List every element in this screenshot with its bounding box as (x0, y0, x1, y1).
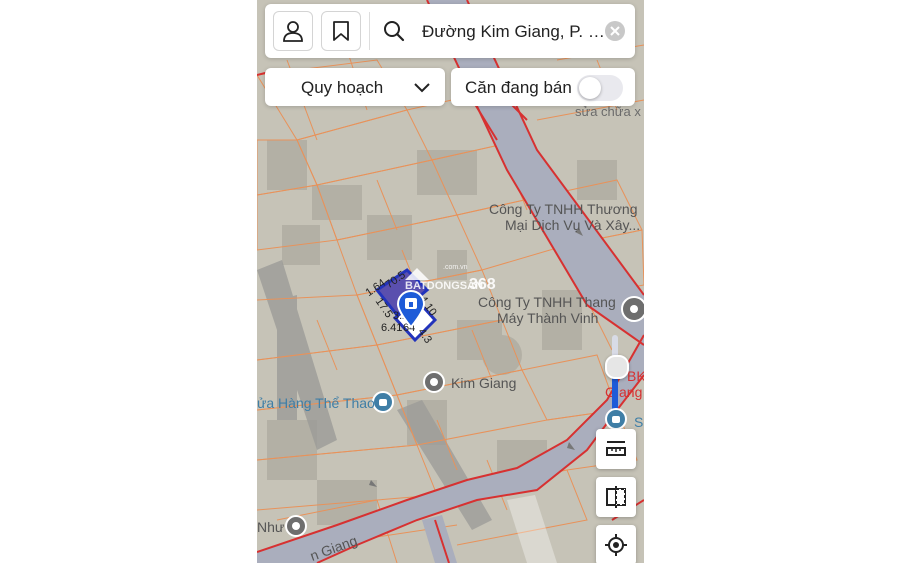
profile-button[interactable] (273, 11, 313, 51)
watermark-small: .com.vn (443, 264, 468, 271)
map-label: Công Ty TNHH Thang (478, 294, 616, 310)
ruler-icon (606, 441, 626, 456)
my-location-icon (605, 534, 627, 556)
planning-dropdown-label: Quy hoạch (301, 78, 384, 97)
poi-pin-icon[interactable] (621, 296, 644, 322)
chevron-down-icon (414, 83, 430, 93)
locate-button[interactable] (596, 525, 636, 563)
route-slider-handle[interactable] (605, 355, 629, 379)
shop-pin-icon[interactable] (605, 408, 627, 430)
search-divider (369, 12, 370, 50)
close-icon (610, 26, 620, 36)
clear-search-button[interactable] (605, 21, 625, 41)
user-icon (283, 21, 303, 42)
bookmark-icon (333, 21, 349, 41)
map-label: S (634, 414, 644, 430)
compare-button[interactable] (596, 477, 636, 517)
map-screen: 1.64 70.5 4.10 17.5 3.29 6.41 64 4.3 .co… (257, 0, 644, 563)
map-label: sửa chữa x (575, 104, 641, 119)
search-input[interactable]: Đường Kim Giang, P. Đại ... (422, 22, 612, 42)
map-label: Mại Dịch Vụ Và Xây... (505, 217, 641, 233)
for-sale-label: Căn đang bán (465, 78, 572, 97)
property-marker-icon[interactable] (396, 290, 426, 328)
map-label: Công Ty TNHH Thương (489, 201, 638, 217)
shop-pin-icon[interactable] (372, 391, 394, 413)
map-label: Máy Thành Vinh (497, 310, 599, 326)
map-label: Giang (605, 384, 643, 400)
saved-button[interactable] (321, 11, 361, 51)
poi-pin-icon[interactable] (423, 371, 445, 393)
watermark-number: 368 (469, 276, 496, 293)
search-icon (384, 21, 405, 42)
measure-button[interactable] (596, 429, 636, 469)
watermark-icon (405, 268, 429, 280)
map-label: Kim Giang (451, 375, 517, 391)
poi-pin-icon[interactable] (285, 515, 307, 537)
planning-dropdown[interactable]: Quy hoạch (265, 68, 445, 106)
map-label: Như (257, 519, 285, 535)
search-bar: Đường Kim Giang, P. Đại ... (265, 4, 635, 58)
for-sale-toggle[interactable] (577, 75, 623, 101)
split-view-icon (606, 486, 626, 508)
toggle-knob (579, 77, 601, 99)
map-label: ửa Hàng Thể Thao (257, 395, 375, 411)
map-label: BK (627, 368, 644, 384)
